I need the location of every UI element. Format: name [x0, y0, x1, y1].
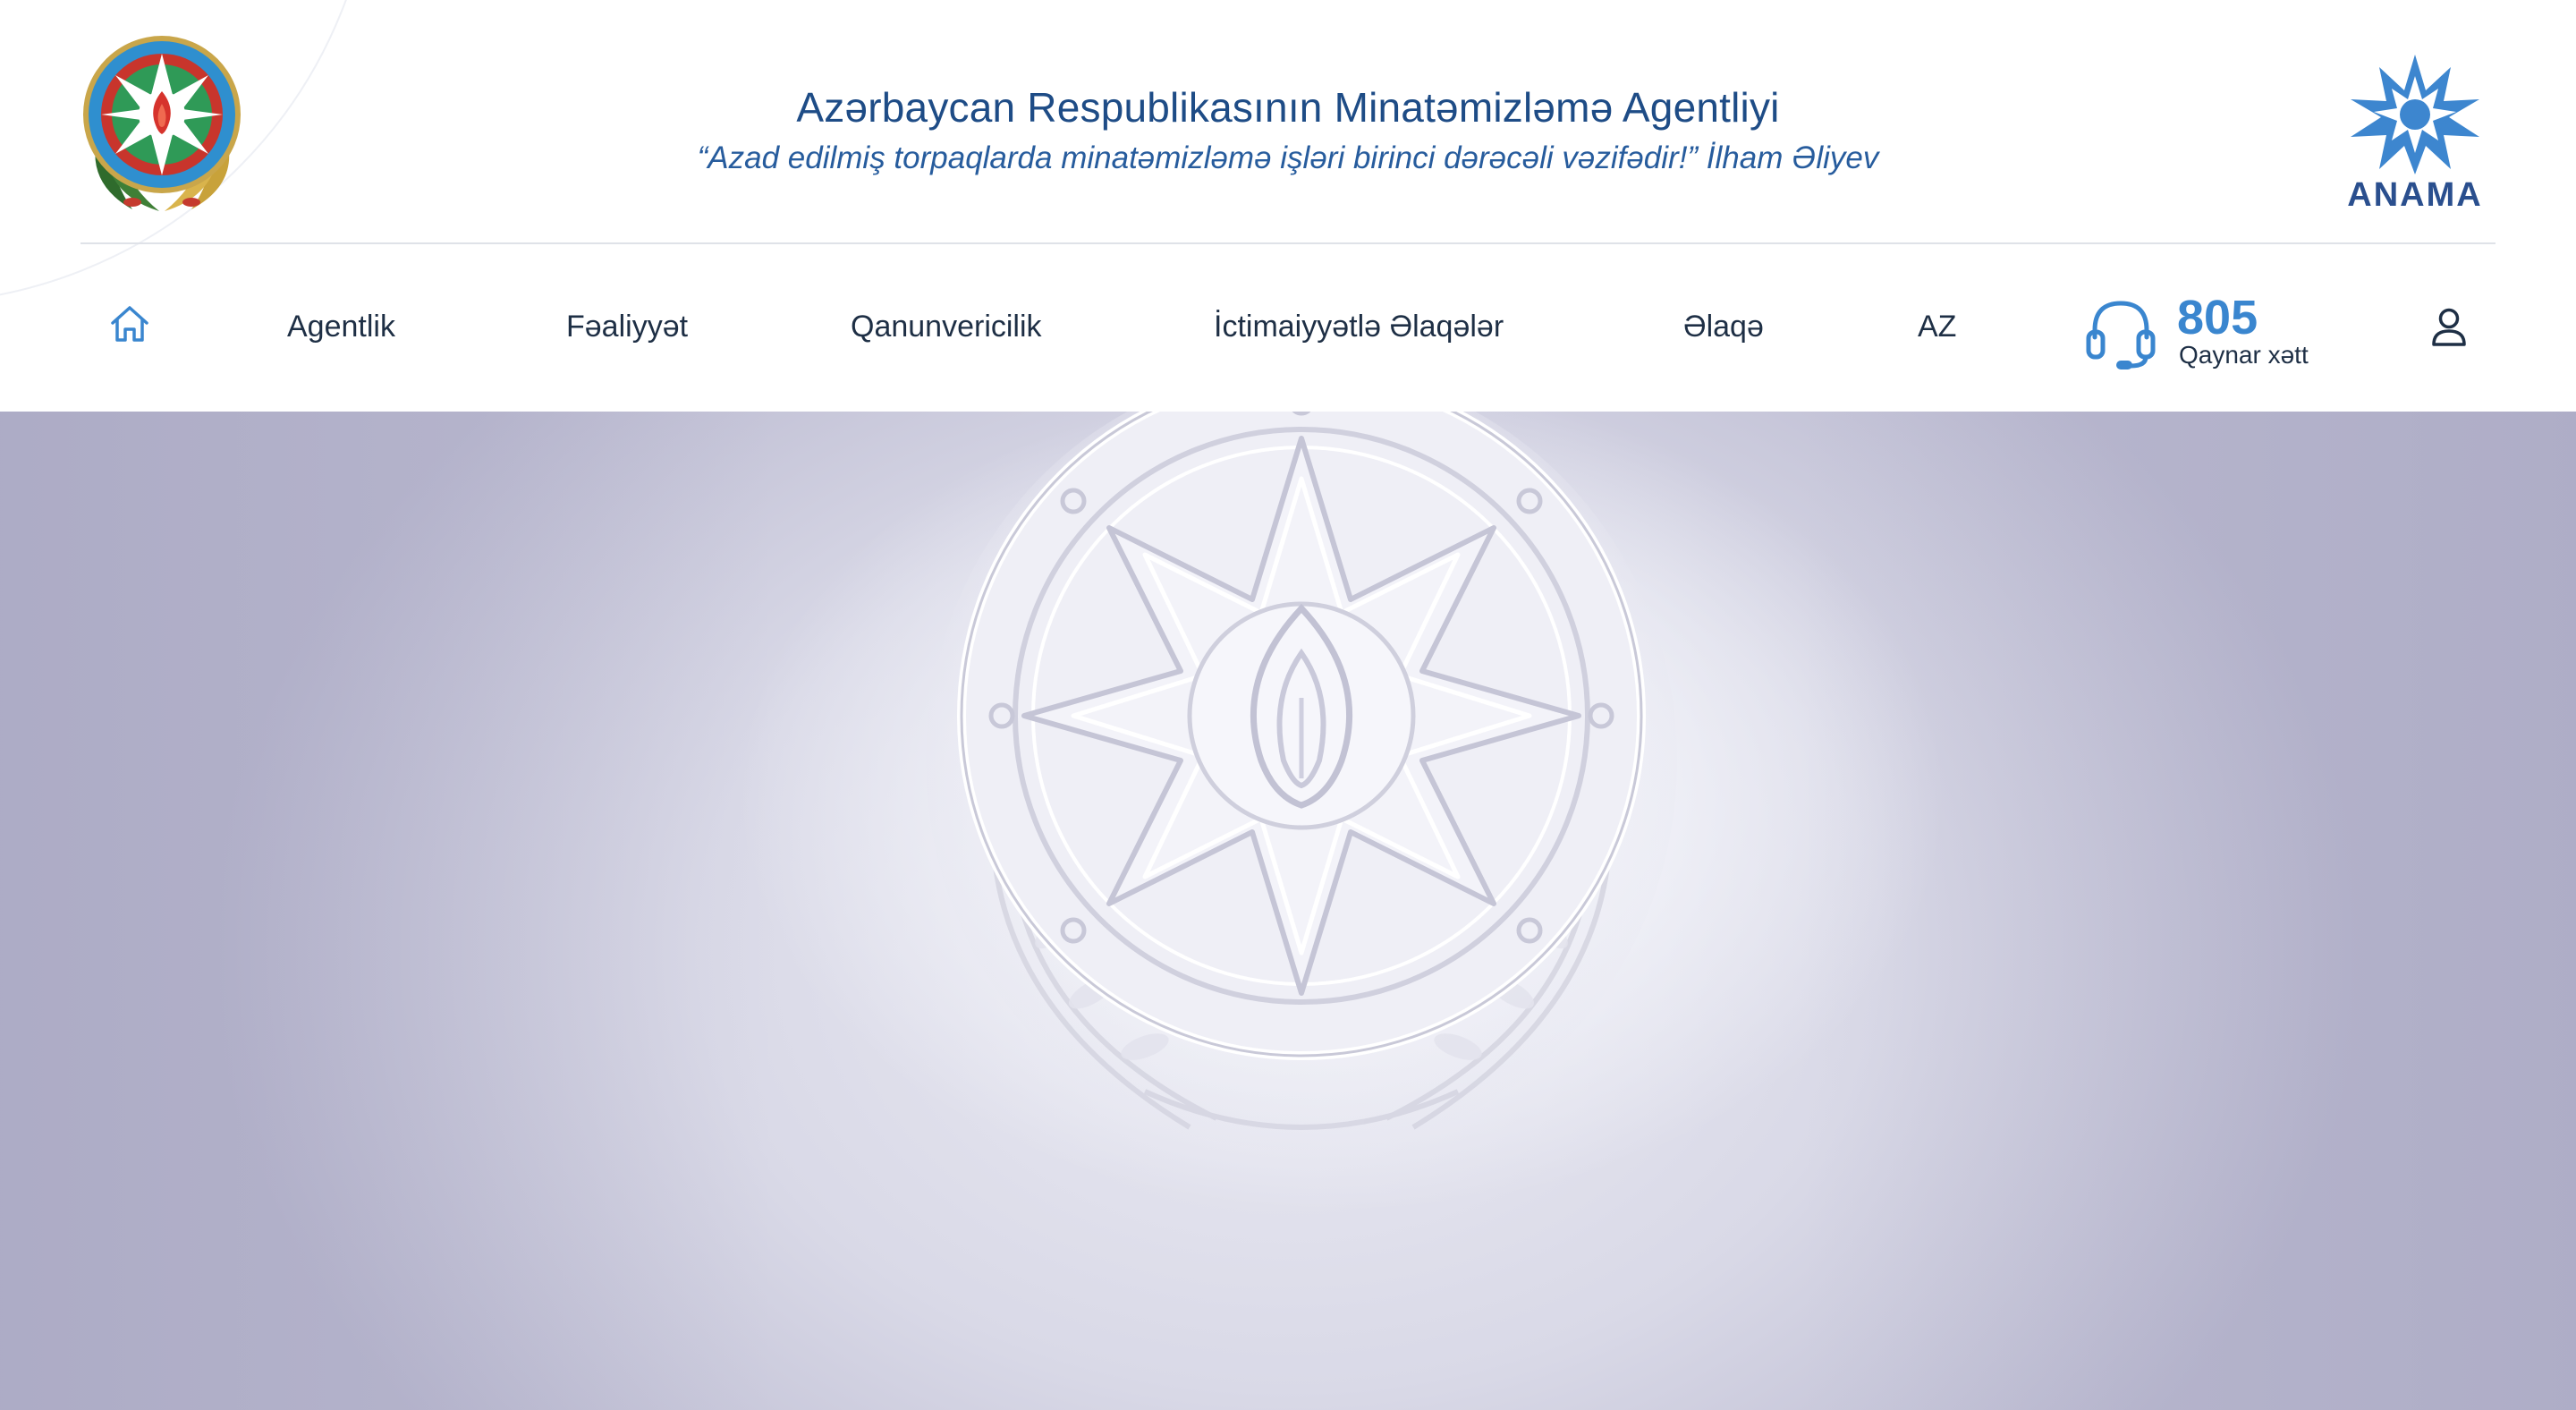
- nav-item-elaqe[interactable]: Əlaqə: [1683, 309, 1764, 344]
- site-title: Azərbaycan Respublikasının Minatəmizləmə…: [796, 84, 1780, 131]
- hotline-label: Qaynar xətt: [2179, 341, 2309, 369]
- language-selector[interactable]: AZ: [1918, 309, 1956, 344]
- nav-item-fealiyyet[interactable]: Fəaliyyət: [566, 309, 688, 344]
- embossed-emblem-image: [926, 412, 1677, 1154]
- main-nav: Agentlik Fəaliyyət Qanunvericilik İctima…: [0, 244, 2576, 412]
- azerbaijan-state-emblem-icon[interactable]: [79, 32, 245, 217]
- nav-item-agentlik[interactable]: Agentlik: [287, 309, 395, 344]
- hotline-number: 805: [2177, 291, 2258, 344]
- headset-icon: [2086, 301, 2156, 369]
- site-header: Azərbaycan Respublikasının Minatəmizləmə…: [0, 0, 2576, 412]
- nav-item-ictimaiyyetle-elaqeler[interactable]: İctimaiyyətlə Əlaqələr: [1214, 309, 1504, 344]
- anama-logo-text: ANAMA: [2347, 176, 2483, 214]
- page: Azərbaycan Respublikasının Minatəmizləmə…: [0, 0, 2576, 1410]
- anama-logo[interactable]: ANAMA: [2326, 49, 2504, 215]
- title-block: Azərbaycan Respublikasının Minatəmizləmə…: [465, 81, 2111, 181]
- anama-star-logo-icon: [2351, 55, 2479, 174]
- user-icon[interactable]: [2429, 307, 2469, 348]
- hero-banner: [0, 412, 2576, 1410]
- site-quote: “Azad edilmiş torpaqlarda minatəmizləmə …: [697, 140, 1879, 175]
- nav-item-qanunvericilik[interactable]: Qanunvericilik: [851, 309, 1042, 344]
- home-icon[interactable]: [107, 302, 152, 346]
- hotline[interactable]: 805 Qaynar xətt: [2084, 291, 2352, 373]
